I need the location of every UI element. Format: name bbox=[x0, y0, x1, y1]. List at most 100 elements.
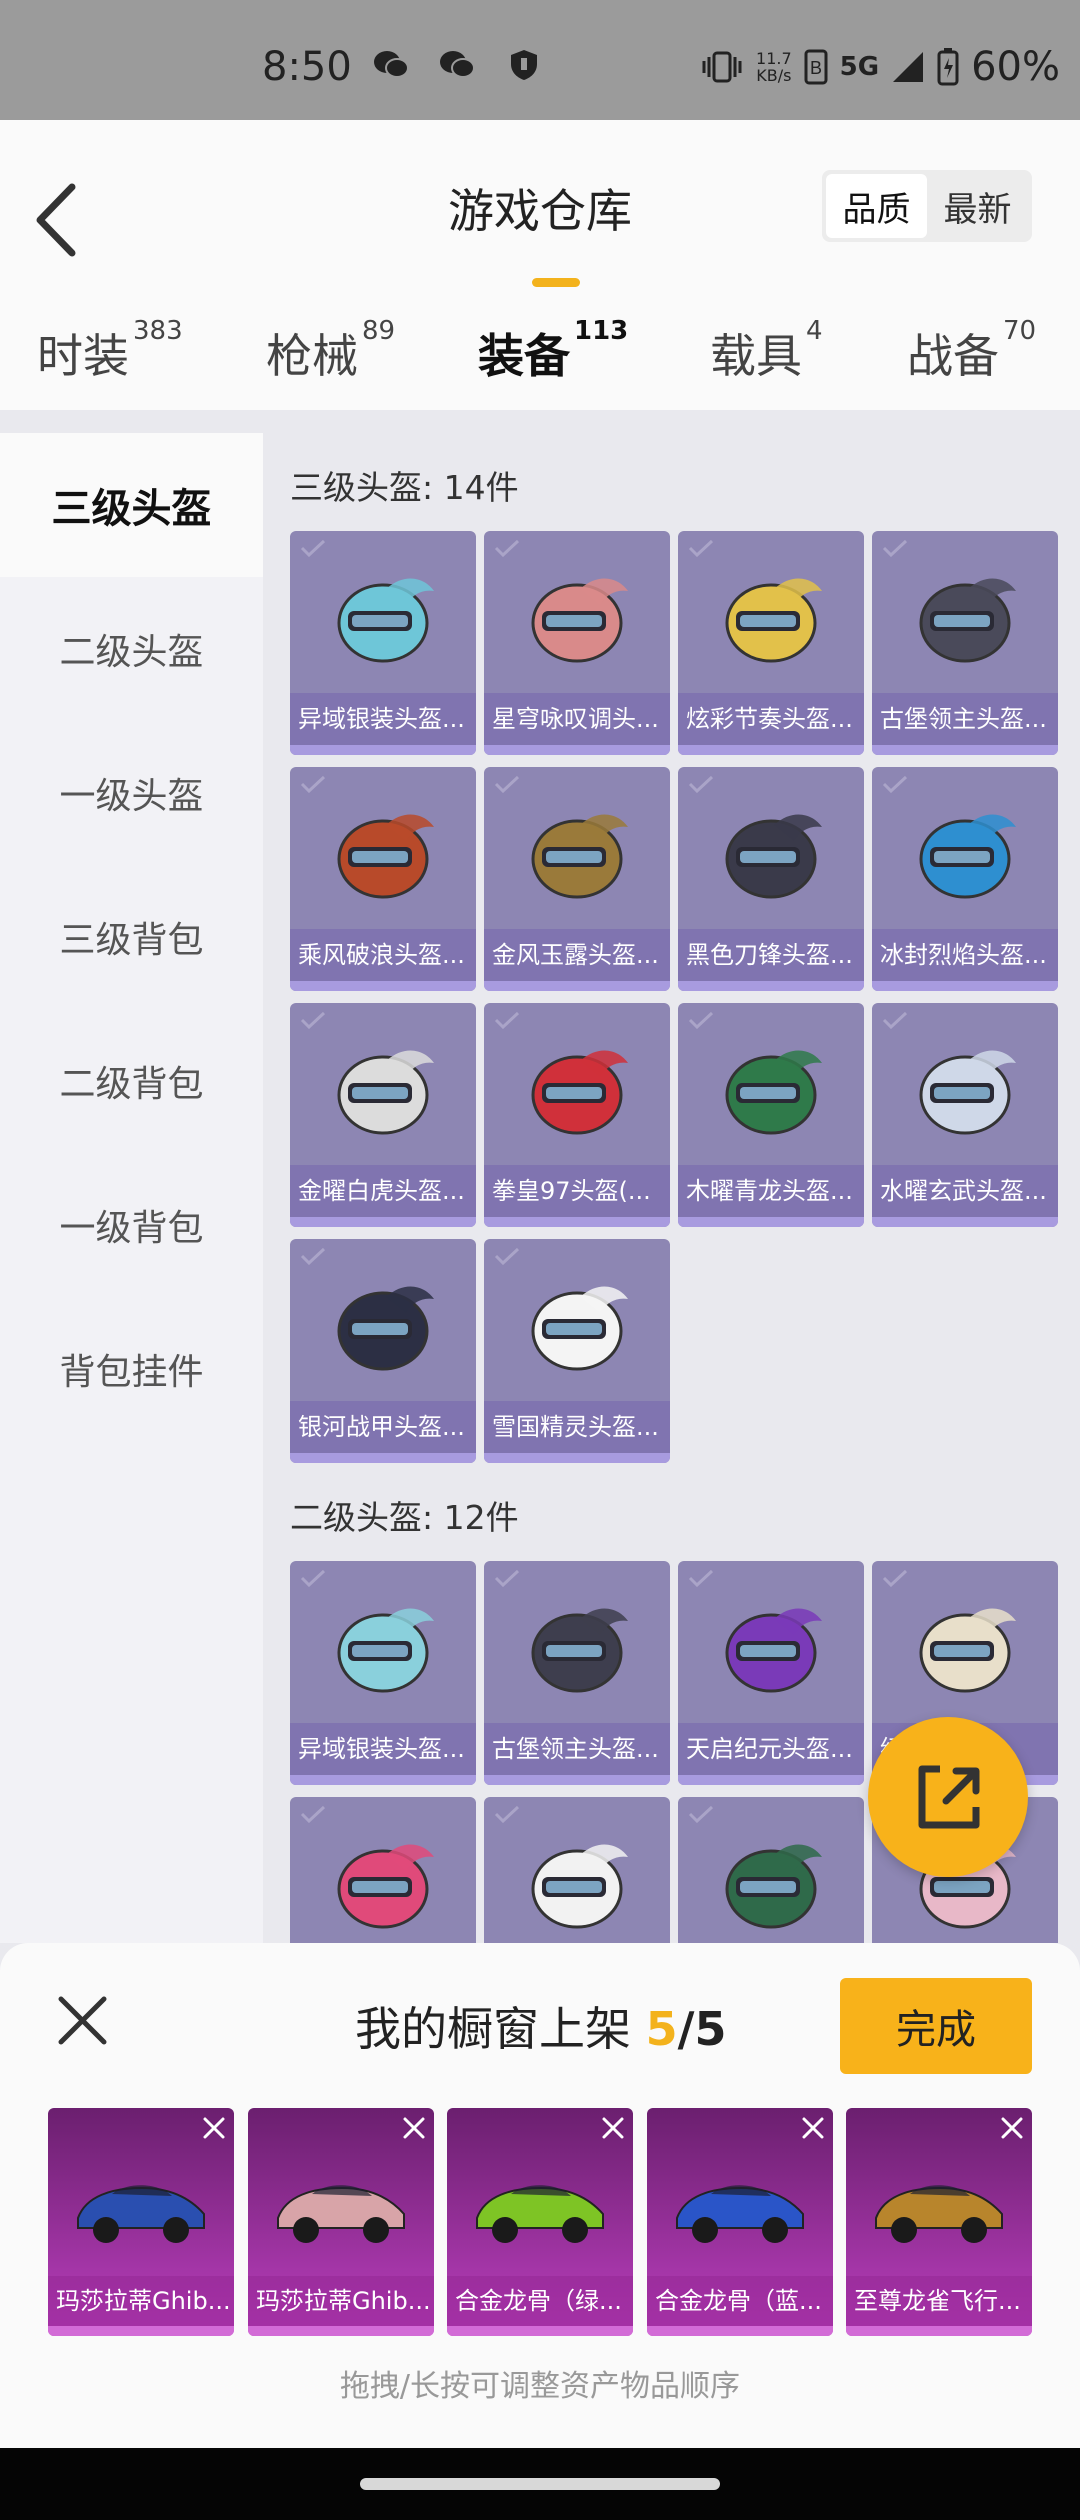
helmet-card[interactable]: 异域银装头盔... bbox=[290, 1561, 476, 1785]
check-icon bbox=[882, 1011, 908, 1029]
showcase-item-name: 玛莎拉蒂Ghib... bbox=[248, 2276, 434, 2326]
share-button[interactable] bbox=[868, 1717, 1028, 1877]
done-button[interactable]: 完成 bbox=[840, 1978, 1032, 2074]
hd-icon: B bbox=[804, 49, 828, 85]
remove-icon[interactable] bbox=[998, 2114, 1026, 2142]
tab-equipment[interactable]: 装备 113 bbox=[478, 316, 628, 386]
active-tab-indicator bbox=[532, 278, 580, 287]
svg-text:B: B bbox=[810, 58, 822, 78]
remove-icon[interactable] bbox=[200, 2114, 228, 2142]
helmet-card[interactable]: 乘风破浪头盔... bbox=[290, 767, 476, 991]
rarity-bar bbox=[484, 745, 670, 755]
helmet-card[interactable]: 水曜玄武头盔... bbox=[872, 1003, 1058, 1227]
helmet-card[interactable]: 黑色刀锋头盔... bbox=[678, 767, 864, 991]
battery-level: 60% bbox=[971, 44, 1060, 90]
status-bar: 8:50 11.7 KB/s B 5G 60% bbox=[0, 0, 1080, 120]
sidebar-item-backpack-pendant[interactable]: 背包挂件 bbox=[0, 1297, 263, 1441]
helmet-name: 银河战甲头盔... bbox=[290, 1401, 476, 1453]
home-indicator[interactable] bbox=[360, 2478, 720, 2490]
helmet-icon bbox=[919, 814, 1016, 899]
rarity-bar bbox=[647, 2326, 833, 2336]
helmet-card[interactable]: 银河战甲头盔... bbox=[290, 1239, 476, 1463]
showcase-item-name: 合金龙骨（绿... bbox=[447, 2276, 633, 2326]
rarity-bar bbox=[290, 981, 476, 991]
helmet-card[interactable]: 拳皇97头盔(... bbox=[484, 1003, 670, 1227]
remove-icon[interactable] bbox=[799, 2114, 827, 2142]
check-icon bbox=[494, 775, 520, 793]
status-right: 11.7 KB/s B 5G 60% bbox=[700, 44, 1060, 90]
vehicle-icon bbox=[77, 2185, 205, 2243]
check-icon bbox=[300, 1247, 326, 1265]
helmet-icon bbox=[919, 1050, 1016, 1135]
sort-newest-button[interactable]: 最新 bbox=[927, 174, 1028, 238]
rarity-bar bbox=[678, 981, 864, 991]
helmet-card[interactable]: 星穹咏叹调头... bbox=[484, 531, 670, 755]
tab-vehicles[interactable]: 载具 4 bbox=[710, 316, 823, 386]
check-icon bbox=[494, 1247, 520, 1265]
rarity-bar bbox=[484, 1453, 670, 1463]
helmet-icon bbox=[531, 1608, 628, 1693]
rarity-bar bbox=[678, 745, 864, 755]
check-icon bbox=[882, 539, 908, 557]
sort-quality-button[interactable]: 品质 bbox=[826, 174, 927, 238]
helmet-card[interactable]: 冰封烈焰头盔... bbox=[872, 767, 1058, 991]
helmet-icon bbox=[337, 1050, 434, 1135]
helmet-card[interactable]: 炫彩节奏头盔... bbox=[678, 531, 864, 755]
sidebar-item-level1-helmet[interactable]: 一级头盔 bbox=[0, 721, 263, 865]
vehicle-icon bbox=[676, 2185, 804, 2243]
helmet-icon bbox=[725, 1844, 822, 1929]
check-icon bbox=[300, 1569, 326, 1587]
check-icon bbox=[688, 1569, 714, 1587]
rarity-bar bbox=[484, 1217, 670, 1227]
showcase-item[interactable]: 至尊龙雀飞行... bbox=[846, 2108, 1032, 2336]
tab-firearms[interactable]: 枪械 89 bbox=[266, 316, 395, 386]
section-title: 二级头盔: 12件 bbox=[290, 1498, 519, 1537]
system-nav-bar bbox=[0, 2448, 1080, 2520]
showcase-item[interactable]: 玛莎拉蒂Ghib... bbox=[248, 2108, 434, 2336]
shield-icon bbox=[511, 50, 537, 80]
helmet-card[interactable] bbox=[484, 1797, 670, 1943]
sidebar-item-level3-helmet[interactable]: 三级头盔 bbox=[0, 433, 263, 577]
sidebar-item-level3-backpack[interactable]: 三级背包 bbox=[0, 865, 263, 1009]
helmet-icon bbox=[725, 1608, 822, 1693]
showcase-item[interactable]: 玛莎拉蒂Ghib... bbox=[48, 2108, 234, 2336]
helmet-icon bbox=[725, 578, 822, 663]
tab-fashion[interactable]: 时装 383 bbox=[37, 316, 183, 386]
vehicle-icon bbox=[277, 2185, 405, 2243]
check-icon bbox=[494, 1569, 520, 1587]
helmet-icon bbox=[725, 1050, 822, 1135]
remove-icon[interactable] bbox=[599, 2114, 627, 2142]
sidebar-item-level1-backpack[interactable]: 一级背包 bbox=[0, 1153, 263, 1297]
helmet-card[interactable] bbox=[290, 1797, 476, 1943]
helmet-name: 冰封烈焰头盔... bbox=[872, 929, 1058, 981]
helmet-name: 古堡领主头盔... bbox=[872, 693, 1058, 745]
reorder-hint: 拖拽/长按可调整资产物品顺序 bbox=[339, 2369, 741, 2404]
check-icon bbox=[882, 775, 908, 793]
helmet-card[interactable]: 古堡领主头盔... bbox=[872, 531, 1058, 755]
helmet-icon bbox=[337, 1844, 434, 1929]
helmet-card[interactable] bbox=[678, 1797, 864, 1943]
helmet-card[interactable]: 异域银装头盔... bbox=[290, 531, 476, 755]
share-icon bbox=[918, 1765, 980, 1829]
helmet-card[interactable]: 古堡领主头盔... bbox=[484, 1561, 670, 1785]
tab-supplies[interactable]: 战备 70 bbox=[907, 316, 1036, 386]
helmet-card[interactable]: 金风玉露头盔... bbox=[484, 767, 670, 991]
header: 游戏仓库 品质 最新 时装 383 枪械 89 装备 113 载具 4 战备 70 bbox=[0, 120, 1080, 410]
showcase-item[interactable]: 合金龙骨（蓝... bbox=[647, 2108, 833, 2336]
helmet-name: 雪国精灵头盔... bbox=[484, 1401, 670, 1453]
wechat-icon bbox=[440, 51, 475, 78]
check-icon bbox=[688, 1805, 714, 1823]
remove-icon[interactable] bbox=[400, 2114, 428, 2142]
helmet-card[interactable]: 天启纪元头盔... bbox=[678, 1561, 864, 1785]
close-button[interactable] bbox=[55, 1993, 110, 2048]
rarity-bar bbox=[678, 1775, 864, 1785]
sidebar-item-level2-backpack[interactable]: 二级背包 bbox=[0, 1009, 263, 1153]
showcase-item-name: 玛莎拉蒂Ghib... bbox=[48, 2276, 234, 2326]
rarity-bar bbox=[484, 1775, 670, 1785]
helmet-card[interactable]: 雪国精灵头盔... bbox=[484, 1239, 670, 1463]
helmet-card[interactable]: 木曜青龙头盔... bbox=[678, 1003, 864, 1227]
showcase-item[interactable]: 合金龙骨（绿... bbox=[447, 2108, 633, 2336]
rarity-bar bbox=[48, 2326, 234, 2336]
helmet-card[interactable]: 金曜白虎头盔... bbox=[290, 1003, 476, 1227]
sidebar-item-level2-helmet[interactable]: 二级头盔 bbox=[0, 577, 263, 721]
